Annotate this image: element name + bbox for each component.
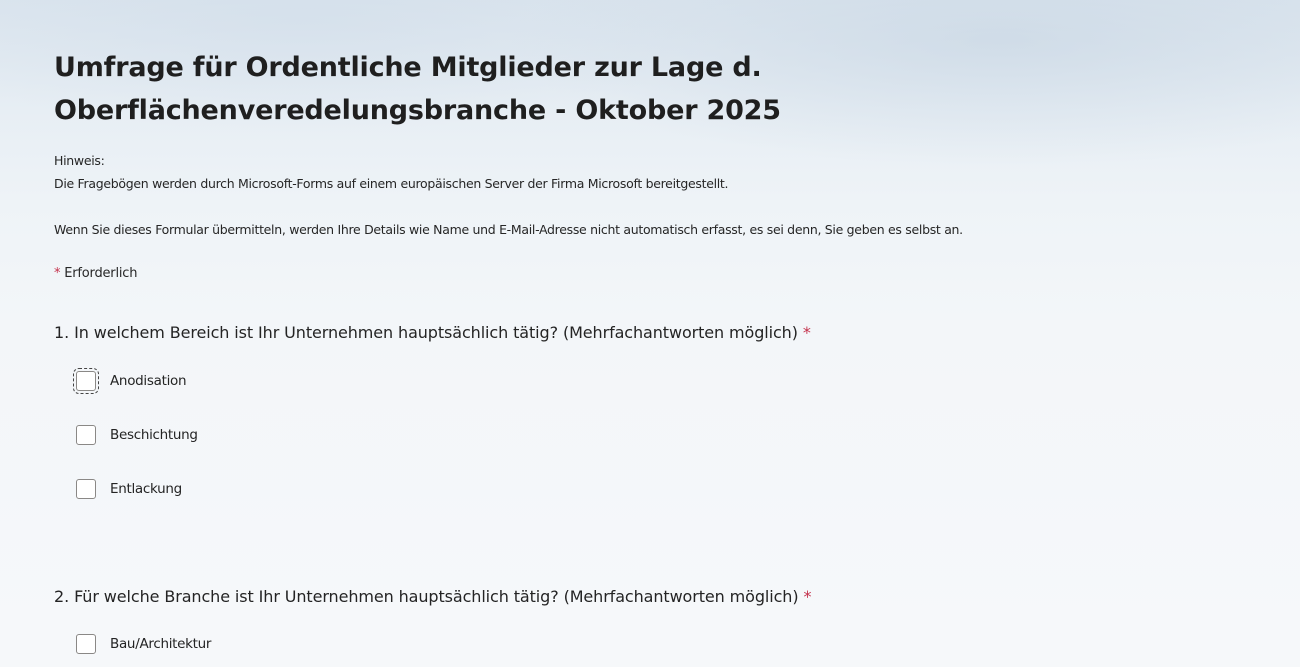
question-2-number: 2. [54, 587, 70, 606]
question-1-required-asterisk: * [802, 323, 811, 342]
description-server-note: Die Fragebögen werden durch Microsoft-Fo… [54, 176, 729, 191]
question-2-required-asterisk: * [803, 587, 812, 606]
required-label: Erforderlich [64, 266, 138, 281]
option-label-bau-architektur: Bau/Architektur [110, 636, 212, 652]
required-note: * Erforderlich [54, 266, 137, 282]
question-1-text: In welchem Bereich ist Ihr Unternehmen h… [74, 323, 798, 342]
option-anodisation[interactable]: Anodisation [73, 368, 187, 394]
checkbox-anodisation[interactable] [73, 368, 99, 394]
question-2-text: Für welche Branche ist Ihr Unternehmen h… [74, 587, 799, 606]
checkbox-beschichtung[interactable] [76, 425, 96, 445]
question-1-number: 1. [54, 323, 70, 342]
form-title: Umfrage für Ordentliche Mitglieder zur L… [54, 52, 781, 126]
option-label-anodisation: Anodisation [110, 373, 187, 389]
question-2-title: 2. Für welche Branche ist Ihr Unternehme… [54, 586, 811, 608]
question-1-title: 1. In welchem Bereich ist Ihr Unternehme… [54, 322, 811, 344]
checkbox-bau-architektur[interactable] [76, 634, 96, 654]
option-entlackung[interactable]: Entlackung [76, 477, 182, 501]
option-label-entlackung: Entlackung [110, 481, 182, 497]
option-bau-architektur[interactable]: Bau/Architektur [76, 632, 211, 656]
description-privacy-note: Wenn Sie dieses Formular übermitteln, we… [54, 222, 963, 237]
option-label-beschichtung: Beschichtung [110, 427, 198, 443]
required-asterisk: * [54, 266, 61, 281]
checkbox-entlackung[interactable] [76, 479, 96, 499]
option-beschichtung[interactable]: Beschichtung [76, 423, 198, 447]
description-hint-label: Hinweis: [54, 153, 105, 168]
